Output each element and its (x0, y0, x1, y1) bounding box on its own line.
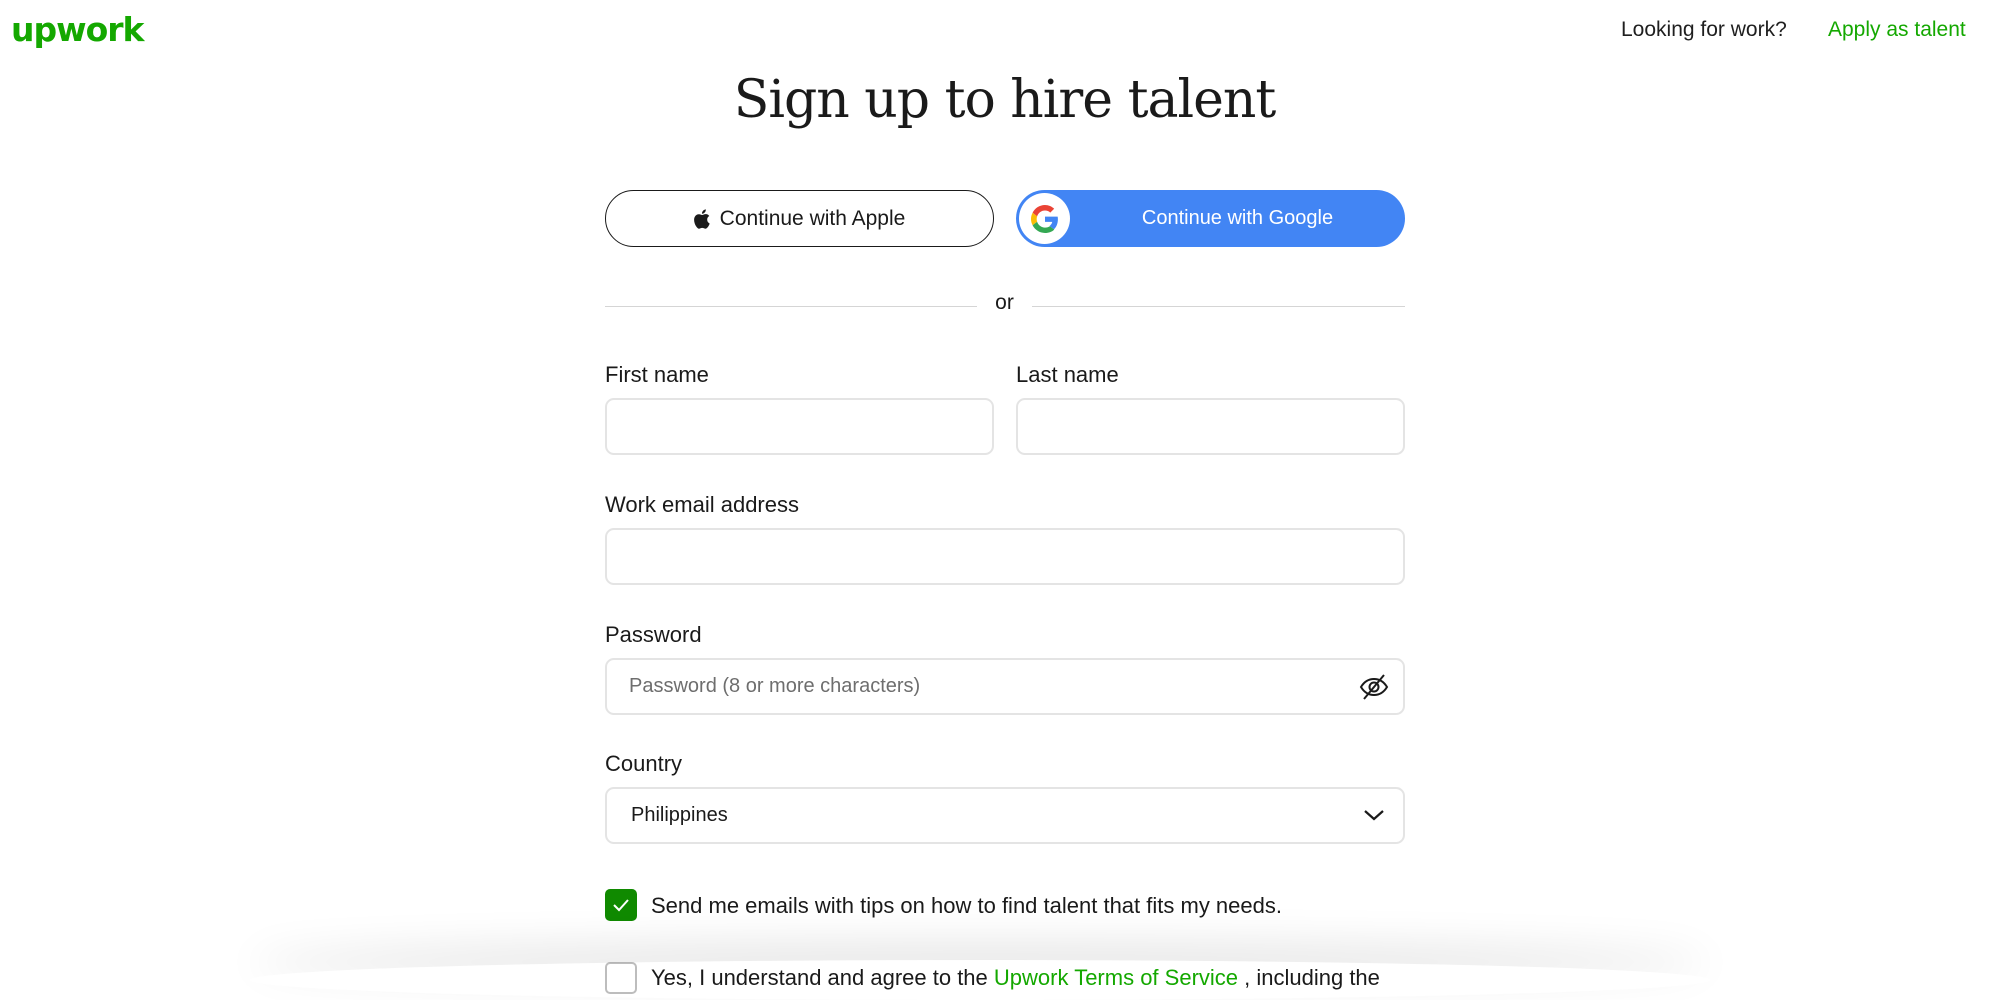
eye-slash-icon[interactable] (1359, 673, 1389, 701)
email-label: Work email address (605, 492, 799, 517)
password-input[interactable] (607, 660, 1403, 713)
last-name-field[interactable] (1016, 398, 1405, 455)
site-header: upwork Looking for work? Apply as talent (0, 0, 1999, 60)
continue-with-google-button[interactable]: Continue with Google (1016, 190, 1405, 247)
first-name-label: First name (605, 362, 709, 387)
country-selected-value: Philippines (631, 804, 728, 826)
first-name-field[interactable] (605, 398, 994, 455)
email-input[interactable] (607, 530, 1403, 583)
last-name-input[interactable] (1018, 400, 1403, 453)
apply-as-talent-link[interactable]: Apply as talent (1828, 18, 1966, 42)
apple-icon (693, 208, 710, 229)
page-title: Sign up to hire talent (733, 70, 1277, 130)
apple-button-label: Continue with Apple (719, 206, 906, 230)
email-field[interactable] (605, 528, 1405, 585)
last-name-label: Last name (1016, 362, 1119, 387)
check-icon (613, 899, 629, 912)
password-field[interactable] (605, 658, 1405, 715)
looking-for-work-text: Looking for work? (1621, 18, 1787, 41)
divider-right (1032, 306, 1405, 307)
bottom-panel-shadow (250, 960, 1710, 1000)
google-button-label: Continue with Google (1141, 207, 1334, 229)
country-select[interactable]: Philippines (605, 787, 1405, 844)
google-badge (1019, 193, 1070, 244)
password-label: Password (605, 622, 702, 647)
divider-or-text: or (995, 291, 1014, 314)
google-icon (1030, 204, 1058, 233)
first-name-input[interactable] (607, 400, 992, 453)
email-tips-checkbox[interactable] (605, 889, 637, 921)
email-tips-label: Send me emails with tips on how to find … (651, 893, 1282, 918)
continue-with-apple-button[interactable]: Continue with Apple (605, 190, 994, 247)
divider-left (605, 306, 977, 307)
chevron-down-icon (1364, 810, 1384, 821)
country-label: Country (605, 751, 683, 776)
upwork-logo[interactable]: upwork (11, 10, 144, 50)
